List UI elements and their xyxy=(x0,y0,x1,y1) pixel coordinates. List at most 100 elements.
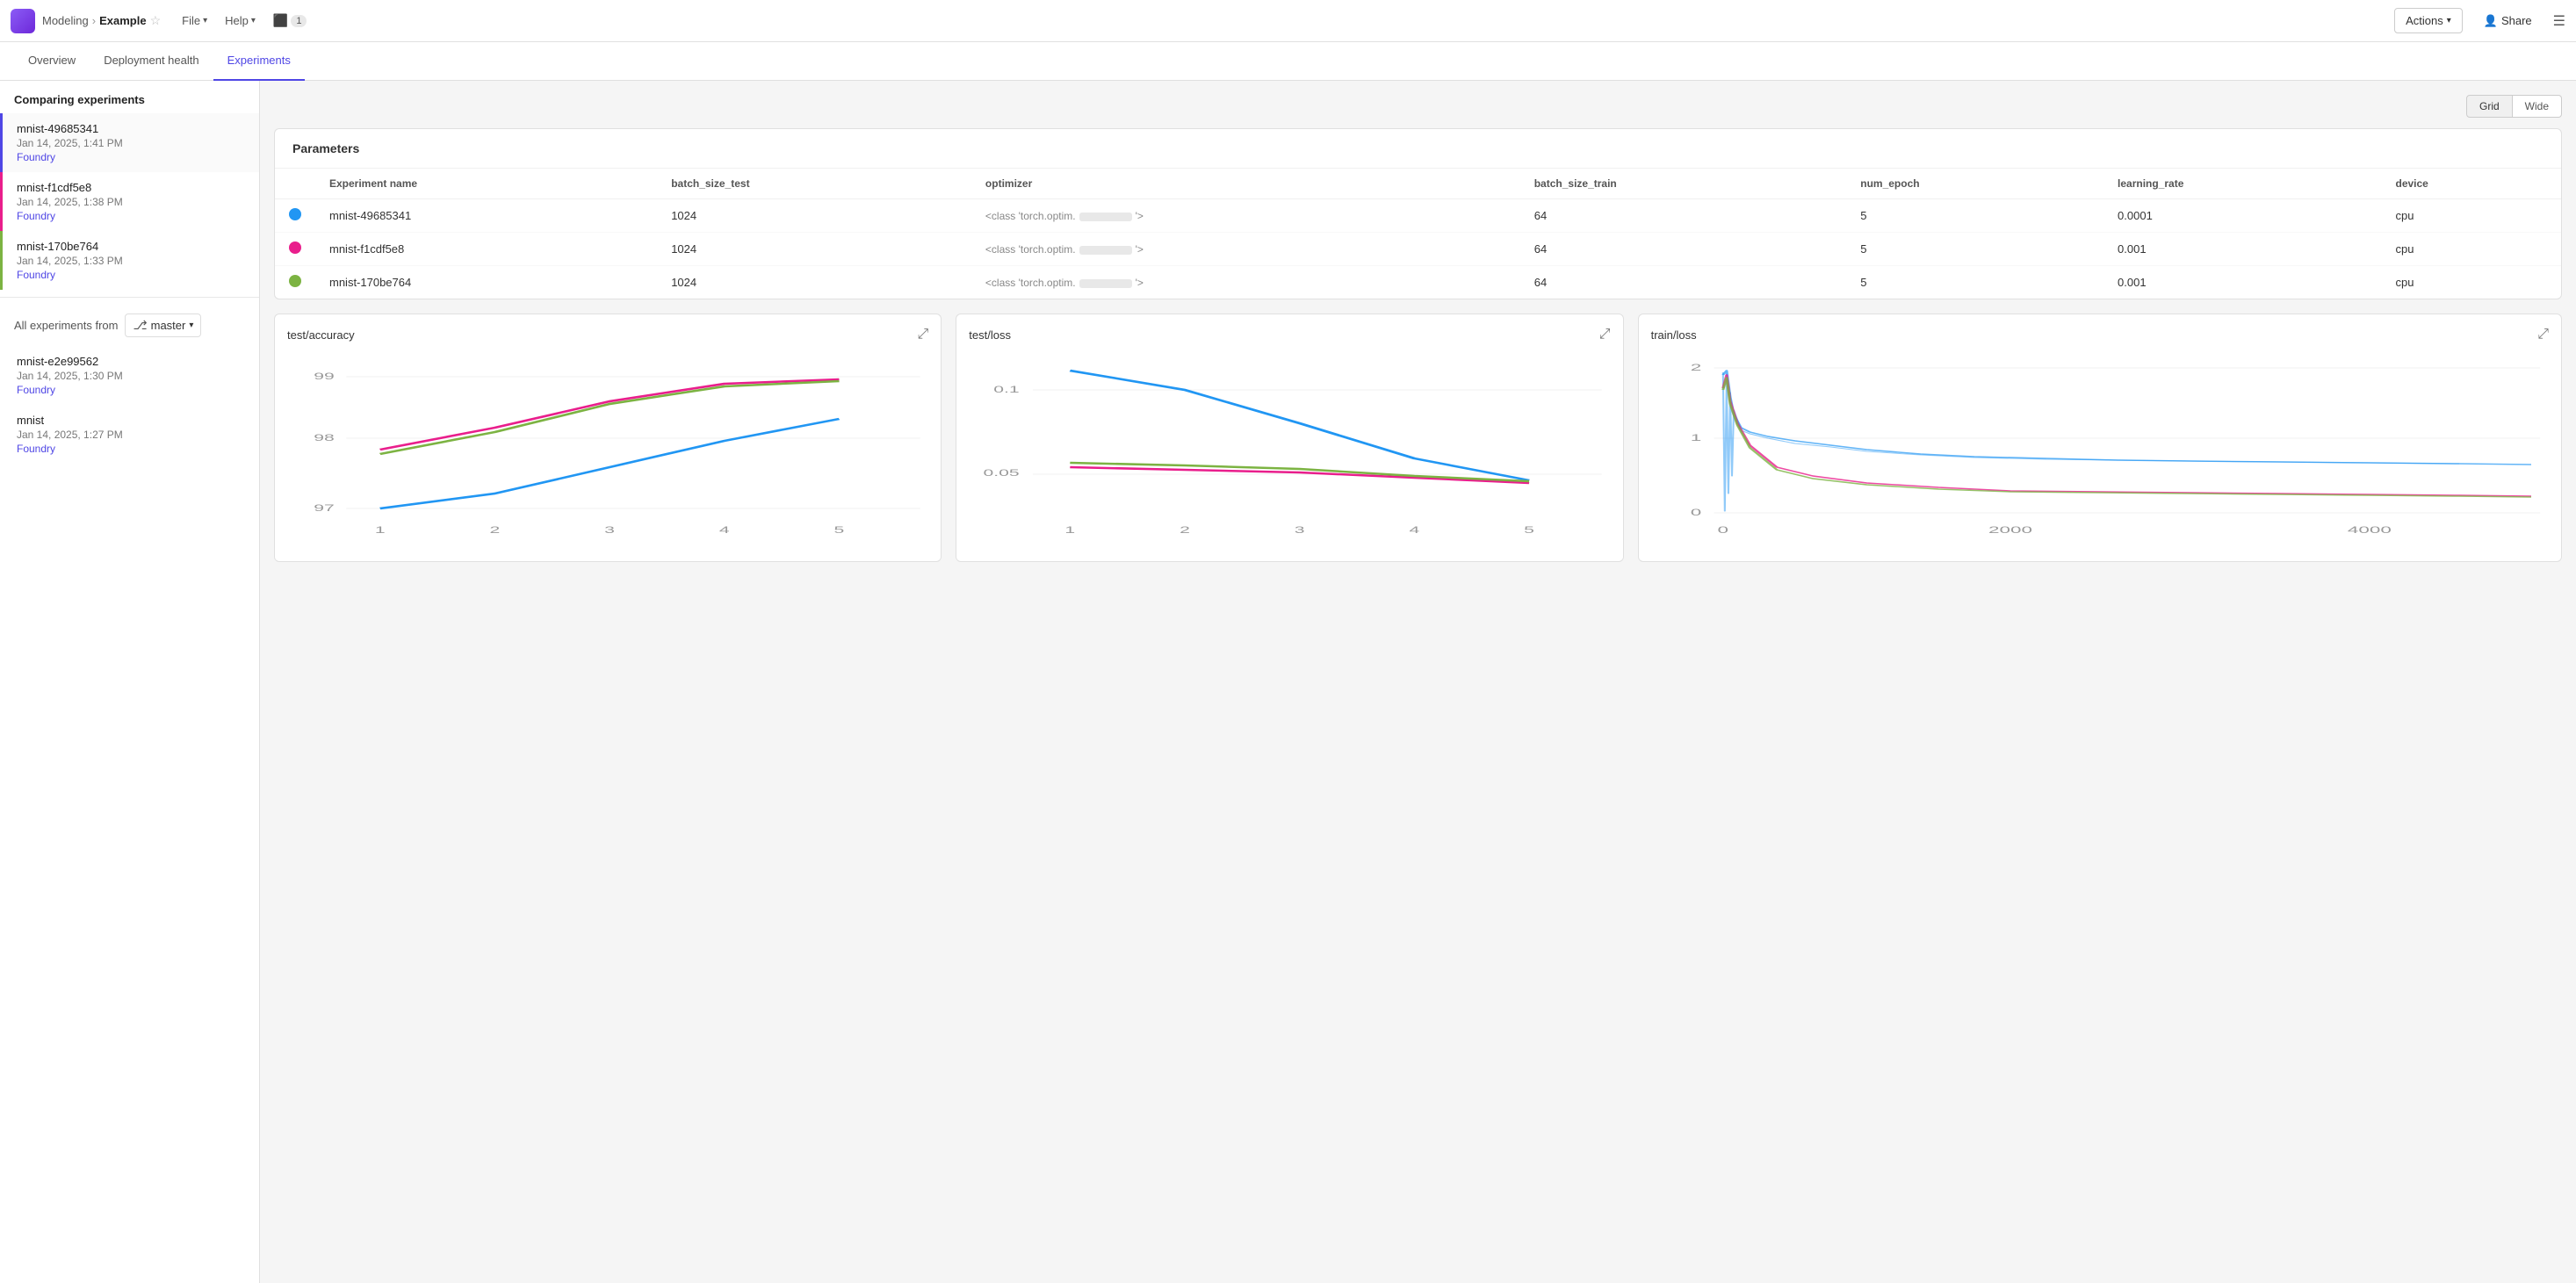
main-layout: Comparing experiments mnist-49685341 Jan… xyxy=(0,81,2576,1283)
row-num-epoch: 5 xyxy=(1846,266,2103,299)
actions-chevron-icon: ▾ xyxy=(2447,16,2451,25)
svg-text:5: 5 xyxy=(834,524,845,535)
breadcrumb: Modeling › Example ☆ xyxy=(42,13,161,28)
branch-name: master xyxy=(151,319,186,332)
svg-text:3: 3 xyxy=(604,524,615,535)
app-logo-icon xyxy=(11,9,35,33)
chart-title: test/accuracy xyxy=(287,328,355,342)
view-toggle: Grid Wide xyxy=(274,95,2562,118)
grid-view-button[interactable]: Grid xyxy=(2466,95,2513,118)
row-optimizer: <class 'torch.optim.'> xyxy=(971,199,1520,233)
wide-view-button[interactable]: Wide xyxy=(2513,95,2562,118)
parameters-title: Parameters xyxy=(275,129,2561,169)
svg-text:4000: 4000 xyxy=(2348,524,2392,535)
expand-icon[interactable]: ⤢ xyxy=(917,327,928,342)
expand-icon[interactable]: ⤢ xyxy=(1599,327,1611,342)
chart-header: train/loss ⤢ xyxy=(1651,327,2549,342)
exp-source[interactable]: Foundry xyxy=(17,443,245,455)
row-device: cpu xyxy=(2382,199,2562,233)
row-exp-name: mnist-f1cdf5e8 xyxy=(315,233,657,266)
svg-text:2: 2 xyxy=(1690,362,1701,372)
actions-label: Actions xyxy=(2406,14,2443,27)
sidebar-experiment-item[interactable]: mnist-f1cdf5e8 Jan 14, 2025, 1:38 PM Fou… xyxy=(0,172,259,231)
row-learning-rate: 0.001 xyxy=(2103,266,2381,299)
svg-text:4: 4 xyxy=(1410,524,1420,535)
chart-title: test/loss xyxy=(969,328,1011,342)
row-exp-name: mnist-49685341 xyxy=(315,199,657,233)
row-dot-cell xyxy=(275,199,315,233)
col-header-optimizer: optimizer xyxy=(971,169,1520,199)
sidebar-experiment-item[interactable]: mnist Jan 14, 2025, 1:27 PM Foundry xyxy=(0,405,259,464)
row-dot-cell xyxy=(275,233,315,266)
branch-chevron-icon: ▾ xyxy=(189,321,193,330)
svg-text:0: 0 xyxy=(1717,524,1728,535)
tab-overview[interactable]: Overview xyxy=(14,42,90,81)
svg-text:1: 1 xyxy=(1690,432,1701,443)
test-accuracy-chart: 99 98 97 1 2 3 4 5 xyxy=(287,353,928,546)
help-menu[interactable]: Help ▾ xyxy=(218,11,263,31)
hamburger-menu-icon[interactable]: ☰ xyxy=(2553,12,2565,30)
exp-name: mnist-49685341 xyxy=(17,122,245,135)
col-header-learning-rate: learning_rate xyxy=(2103,169,2381,199)
tab-experiments[interactable]: Experiments xyxy=(213,42,305,81)
exp-name: mnist-170be764 xyxy=(17,240,245,253)
exp-source[interactable]: Foundry xyxy=(17,210,245,222)
svg-text:1: 1 xyxy=(375,524,386,535)
row-num-epoch: 5 xyxy=(1846,199,2103,233)
row-learning-rate: 0.001 xyxy=(2103,233,2381,266)
content-area: Grid Wide Parameters Experiment name bat… xyxy=(260,81,2576,1283)
branch-icon: ⎇ xyxy=(133,318,147,333)
sidebar-experiment-item[interactable]: mnist-170be764 Jan 14, 2025, 1:33 PM Fou… xyxy=(0,231,259,290)
test-loss-chart-card: test/loss ⤢ 0.1 0.05 1 2 3 4 xyxy=(956,314,1623,562)
breadcrumb-sep: › xyxy=(92,14,96,27)
share-button[interactable]: 👤 Share xyxy=(2473,9,2543,33)
breadcrumb-current: Example xyxy=(99,14,146,27)
branch-selector[interactable]: ⎇ master ▾ xyxy=(125,314,201,337)
topbar-right: Actions ▾ 👤 Share ☰ xyxy=(2394,8,2565,33)
svg-text:98: 98 xyxy=(314,432,335,443)
col-header-exp-name: Experiment name xyxy=(315,169,657,199)
svg-text:97: 97 xyxy=(314,502,335,513)
exp-source[interactable]: Foundry xyxy=(17,151,245,163)
row-device: cpu xyxy=(2382,233,2562,266)
topbar: Modeling › Example ☆ File ▾ Help ▾ ⬛ 1 A… xyxy=(0,0,2576,42)
train-loss-chart: 2 1 0 0 2000 4000 xyxy=(1651,353,2549,546)
exp-source[interactable]: Foundry xyxy=(17,269,245,281)
exp-source[interactable]: Foundry xyxy=(17,384,245,396)
star-icon[interactable]: ☆ xyxy=(150,13,162,28)
actions-button[interactable]: Actions ▾ xyxy=(2394,8,2463,33)
svg-text:2: 2 xyxy=(1180,524,1190,535)
row-device: cpu xyxy=(2382,266,2562,299)
svg-text:0.05: 0.05 xyxy=(984,467,1020,478)
row-optimizer: <class 'torch.optim.'> xyxy=(971,266,1520,299)
file-menu[interactable]: File ▾ xyxy=(175,11,214,31)
svg-text:4: 4 xyxy=(719,524,730,535)
row-batch-size-test: 1024 xyxy=(657,266,971,299)
exp-date: Jan 14, 2025, 1:38 PM xyxy=(17,196,245,208)
table-row: mnist-f1cdf5e8 1024 <class 'torch.optim.… xyxy=(275,233,2561,266)
tab-deployment-health[interactable]: Deployment health xyxy=(90,42,213,81)
dot-blue-icon xyxy=(289,208,301,220)
all-experiments-label: All experiments from xyxy=(14,319,118,332)
all-experiments-section: All experiments from ⎇ master ▾ xyxy=(0,305,259,346)
col-header-name xyxy=(275,169,315,199)
expand-icon[interactable]: ⤢ xyxy=(2537,327,2549,342)
exp-date: Jan 14, 2025, 1:27 PM xyxy=(17,429,245,441)
svg-text:3: 3 xyxy=(1295,524,1305,535)
exp-date: Jan 14, 2025, 1:41 PM xyxy=(17,137,245,149)
exp-name: mnist-e2e99562 xyxy=(17,355,245,368)
breadcrumb-parent[interactable]: Modeling xyxy=(42,14,89,27)
sidebar-experiment-item[interactable]: mnist-49685341 Jan 14, 2025, 1:41 PM Fou… xyxy=(0,113,259,172)
col-header-batch-size-train: batch_size_train xyxy=(1520,169,1847,199)
deploy-button[interactable]: ⬛ 1 xyxy=(266,10,314,32)
svg-text:0: 0 xyxy=(1690,507,1701,517)
svg-text:2: 2 xyxy=(490,524,501,535)
svg-text:1: 1 xyxy=(1065,524,1076,535)
row-num-epoch: 5 xyxy=(1846,233,2103,266)
sidebar: Comparing experiments mnist-49685341 Jan… xyxy=(0,81,260,1283)
dot-red-icon xyxy=(289,241,301,254)
row-batch-size-test: 1024 xyxy=(657,199,971,233)
sidebar-experiment-item[interactable]: mnist-e2e99562 Jan 14, 2025, 1:30 PM Fou… xyxy=(0,346,259,405)
row-batch-size-test: 1024 xyxy=(657,233,971,266)
svg-text:0.1: 0.1 xyxy=(994,384,1020,394)
